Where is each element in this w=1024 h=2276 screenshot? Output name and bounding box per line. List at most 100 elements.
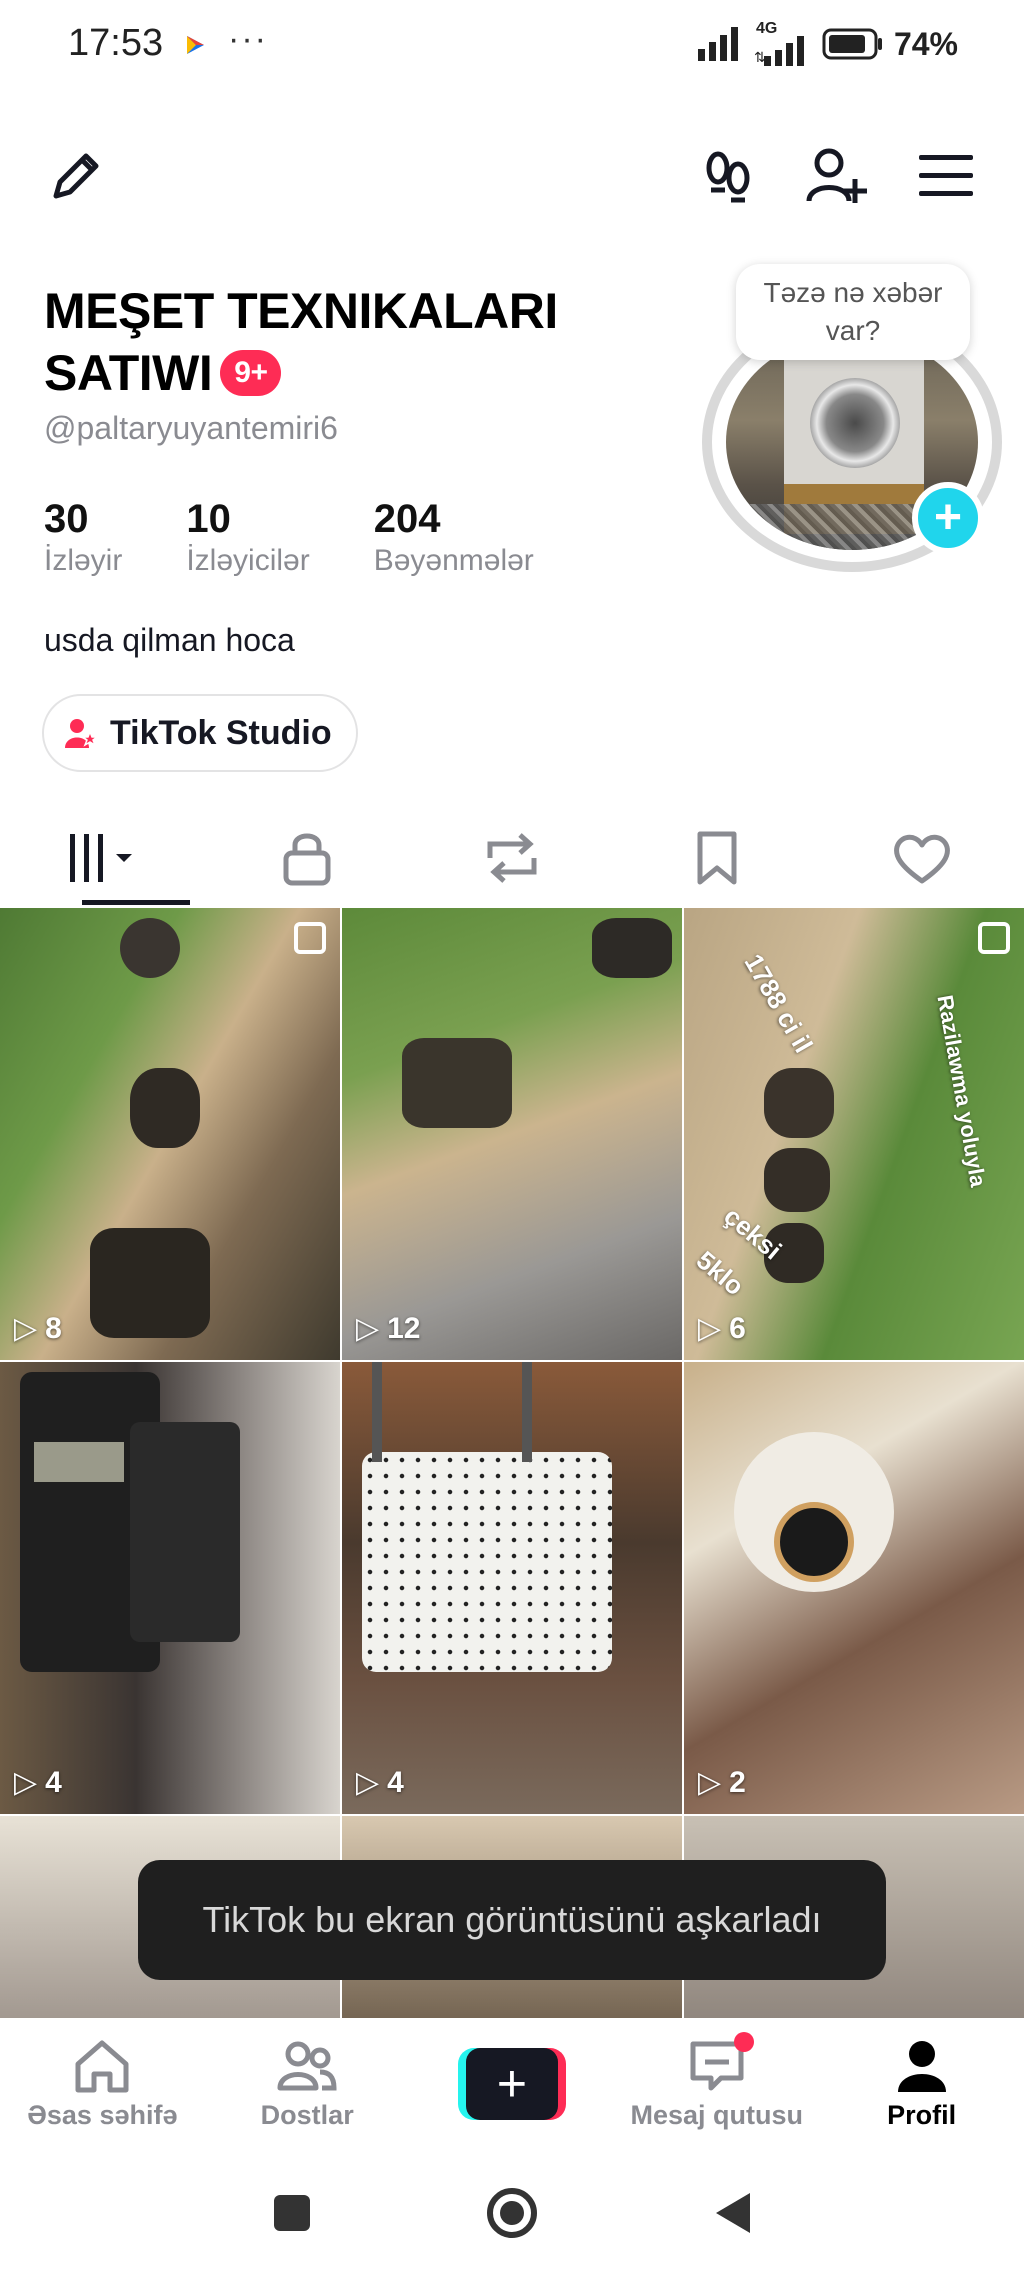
thumb-object <box>130 1068 200 1148</box>
create-button[interactable]: + <box>457 2048 566 2120</box>
thumb-camera-lens <box>774 1502 854 1582</box>
video-thumbnail <box>684 1362 1024 1814</box>
multi-clip-icon <box>978 922 1010 954</box>
active-tab-indicator <box>82 900 190 905</box>
play-icon: ▷ <box>698 1766 722 1799</box>
top-bar <box>0 130 1024 220</box>
nav-inbox[interactable]: Mesaj qutusu <box>614 2018 819 2150</box>
studio-button-label: TikTok Studio <box>110 713 332 752</box>
nav-friends-label: Dostlar <box>260 2099 354 2130</box>
nav-create[interactable]: + <box>410 2018 615 2150</box>
play-icon: ▷ <box>356 1766 380 1799</box>
story-prompt-bubble[interactable]: Təzə nə xəbər var? <box>736 264 970 360</box>
play-icon: ▷ <box>14 1312 38 1345</box>
thumb-phone-base <box>130 1422 240 1642</box>
thumb-router <box>362 1452 612 1672</box>
view-count-value: 2 <box>729 1765 746 1799</box>
video-tile[interactable]: ▷ 4 <box>0 1362 340 1814</box>
nav-inbox-label: Mesaj qutusu <box>630 2099 804 2130</box>
screenshot-toast: TikTok bu ekran görüntüsünü aşkarladı <box>138 1860 886 1980</box>
video-tile[interactable]: ▷ 12 <box>342 908 682 1360</box>
profile-tabs <box>0 808 1024 908</box>
nav-profile[interactable]: Profil <box>819 2018 1024 2150</box>
view-count: ▷ 6 <box>698 1311 746 1346</box>
status-bar: 17:53 ··· 4G ⇅ 74% <box>0 0 1024 90</box>
play-app-icon <box>187 36 204 54</box>
view-count: ▷ 4 <box>356 1765 404 1800</box>
notification-badge[interactable]: 9+ <box>220 349 282 396</box>
thumb-object <box>592 918 672 978</box>
lock-icon <box>283 833 331 886</box>
back-icon[interactable] <box>710 2189 754 2237</box>
video-tile[interactable]: ▷ 2 <box>684 1362 1024 1814</box>
nav-home-label: Əsas səhifə <box>27 2099 178 2130</box>
stat-followers-label: İzləyicilər <box>186 544 310 577</box>
thumb-antenna <box>372 1362 382 1462</box>
tab-reposts[interactable] <box>410 808 615 908</box>
home-circle-icon[interactable] <box>484 2185 540 2241</box>
washer-door <box>810 378 900 468</box>
signal-4g-icon: 4G ⇅ <box>752 20 812 66</box>
svg-text:⇅: ⇅ <box>754 50 766 66</box>
add-story-button[interactable]: + <box>912 482 984 554</box>
view-count-value: 12 <box>387 1311 421 1345</box>
stat-likes-label: Bəyənmələr <box>373 544 534 577</box>
battery-icon <box>822 28 882 60</box>
tab-private[interactable] <box>205 808 410 908</box>
heart-icon <box>893 834 950 884</box>
thumb-object <box>120 918 180 978</box>
home-icon <box>75 2040 129 2092</box>
inbox-notification-dot <box>734 2032 755 2052</box>
tiktok-studio-button[interactable]: TikTok Studio <box>42 694 358 772</box>
view-count: ▷ 12 <box>356 1311 420 1346</box>
nav-profile-label: Profil <box>887 2099 957 2130</box>
view-count-value: 6 <box>729 1311 746 1345</box>
stat-likes[interactable]: 204 Bəyənmələr <box>374 496 534 578</box>
play-icon: ▷ <box>14 1766 38 1799</box>
thumb-object <box>90 1228 210 1338</box>
bottom-nav: Əsas səhifə Dostlar + Mesaj qutusu Profi… <box>0 2018 1024 2150</box>
view-count: ▷ 8 <box>14 1311 62 1346</box>
add-friend-icon[interactable] <box>798 138 874 214</box>
profile-bio: usda qilman hoca <box>44 622 295 658</box>
menu-icon[interactable] <box>910 140 982 212</box>
video-grid: ▷ 8 ▷ 12 1788 ci il Razilawma yoluyla çeks… <box>0 908 1024 2018</box>
profile-handle: @paltaryuyantemiri6 <box>44 410 338 446</box>
profile-icon <box>897 2040 946 2092</box>
thumb-object <box>764 1148 830 1212</box>
view-count-value: 4 <box>387 1765 404 1799</box>
stat-following-label: İzləyir <box>44 544 123 577</box>
create-plus-icon: + <box>465 2048 558 2120</box>
thumb-object <box>402 1038 512 1128</box>
play-icon: ▷ <box>698 1312 722 1345</box>
system-nav-bar <box>0 2150 1024 2276</box>
tab-videos[interactable] <box>0 808 205 908</box>
signal-icon <box>697 27 738 61</box>
footprints-icon[interactable] <box>692 140 764 212</box>
recents-icon[interactable] <box>270 2191 314 2235</box>
thumb-antenna <box>522 1362 532 1462</box>
video-tile[interactable]: ▷ 4 <box>342 1362 682 1814</box>
stat-likes-value: 204 <box>373 497 441 541</box>
view-count: ▷ 2 <box>698 1765 746 1800</box>
status-time: 17:53 <box>68 22 164 64</box>
edit-icon[interactable] <box>40 140 112 212</box>
friends-icon <box>277 2041 337 2090</box>
nav-home[interactable]: Əsas səhifə <box>0 2018 205 2150</box>
status-more-dots: ··· <box>228 20 268 58</box>
multi-clip-icon <box>294 922 326 954</box>
stat-following[interactable]: 30 İzləyir <box>44 496 122 578</box>
tab-liked[interactable] <box>819 808 1024 908</box>
stat-followers[interactable]: 10 İzləyicilər <box>186 496 309 578</box>
profile-stats: 30 İzləyir 10 İzləyicilər 204 Bəyənmələr <box>44 496 598 578</box>
tab-favorites[interactable] <box>614 808 819 908</box>
nav-friends[interactable]: Dostlar <box>205 2018 410 2150</box>
stat-followers-value: 10 <box>186 497 231 541</box>
repost-icon <box>487 833 537 883</box>
view-count: ▷ 4 <box>14 1765 62 1800</box>
thumb-object <box>764 1068 834 1138</box>
video-tile[interactable]: 1788 ci il Razilawma yoluyla çeksi 5klo … <box>684 908 1024 1360</box>
video-tile[interactable]: ▷ 8 <box>0 908 340 1360</box>
profile-display-name: MEŞET TEXNIKALARI SATIWI 9+ <box>44 280 644 404</box>
view-count-value: 8 <box>45 1311 62 1345</box>
